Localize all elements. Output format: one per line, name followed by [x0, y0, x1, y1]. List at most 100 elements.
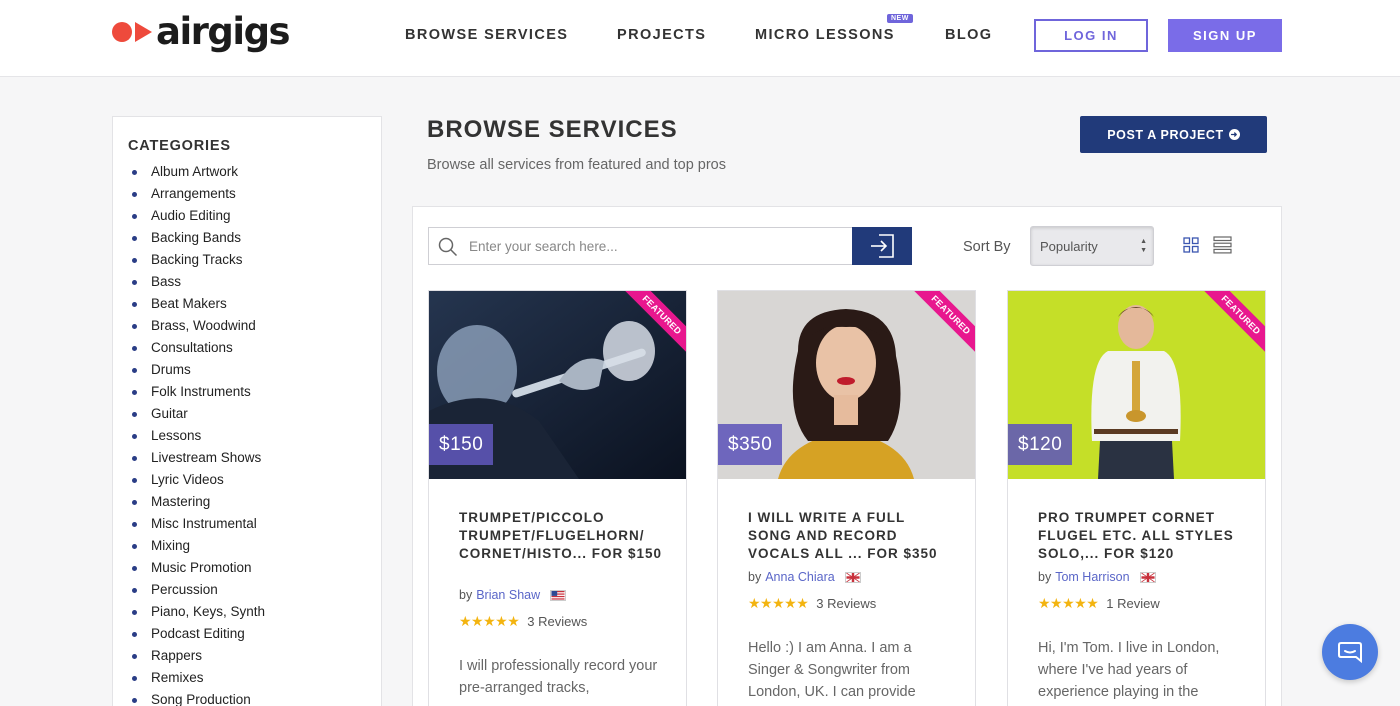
- nav-projects[interactable]: PROJECTS: [617, 27, 706, 43]
- logo-text: airgigs: [156, 10, 291, 53]
- seller-link[interactable]: Tom Harrison: [1055, 570, 1129, 584]
- logo[interactable]: airgigs: [112, 10, 291, 53]
- review-count[interactable]: 1 Review: [1106, 596, 1159, 611]
- sort-select[interactable]: Popularity ▲ ▼: [1030, 226, 1154, 266]
- seller-link[interactable]: Brian Shaw: [476, 588, 540, 602]
- service-title[interactable]: TRUMPET/PICCOLO TRUMPET/FLUGELHORN/ CORN…: [459, 509, 664, 563]
- uk-flag-icon: [1139, 571, 1156, 583]
- bullet-icon: [132, 587, 137, 593]
- categories-sidebar: CATEGORIES Album Artwork Arrangements Audi…: [112, 116, 382, 706]
- nav-blog[interactable]: BLOG: [945, 27, 993, 43]
- review-count[interactable]: 3 Reviews: [816, 596, 876, 611]
- category-item[interactable]: Rappers: [132, 645, 265, 667]
- category-item[interactable]: Backing Tracks: [132, 249, 265, 271]
- category-item[interactable]: Misc Instrumental: [132, 513, 265, 535]
- seller-line: by Tom Harrison: [1038, 570, 1156, 584]
- category-item[interactable]: Mixing: [132, 535, 265, 557]
- login-button[interactable]: LOG IN: [1034, 19, 1148, 52]
- seller-link[interactable]: Anna Chiara: [765, 570, 835, 584]
- by-label: by: [748, 570, 762, 584]
- category-item[interactable]: Lyric Videos: [132, 469, 265, 491]
- five-stars-icon: ★★★★★: [1038, 595, 1099, 611]
- bullet-icon: [132, 631, 137, 637]
- category-label: Piano, Keys, Synth: [151, 604, 266, 619]
- category-label: Brass, Woodwind: [151, 318, 256, 333]
- category-label: Arrangements: [151, 186, 236, 201]
- bullet-icon: [132, 653, 137, 659]
- us-flag-icon: [550, 589, 567, 601]
- category-label: Podcast Editing: [151, 626, 245, 641]
- list-view-icon[interactable]: [1213, 236, 1232, 254]
- service-title[interactable]: I WILL WRITE A FULL SONG AND RECORD VOCA…: [748, 509, 953, 563]
- service-description: I will professionally record your pre-ar…: [459, 658, 658, 696]
- category-item[interactable]: Audio Editing: [132, 205, 265, 227]
- category-item[interactable]: Brass, Woodwind: [132, 315, 265, 337]
- chat-bubble-icon: [1338, 642, 1362, 664]
- nav-micro-lessons[interactable]: MICRO LESSONS: [755, 27, 895, 43]
- review-count[interactable]: 3 Reviews: [527, 614, 587, 629]
- category-item[interactable]: Folk Instruments: [132, 381, 265, 403]
- category-item[interactable]: Percussion: [132, 579, 265, 601]
- category-label: Bass: [151, 274, 182, 289]
- category-label: Rappers: [151, 648, 203, 663]
- category-item[interactable]: Backing Bands: [132, 227, 265, 249]
- page-title: BROWSE SERVICES: [427, 116, 678, 143]
- category-item[interactable]: Bass: [132, 271, 265, 293]
- category-item[interactable]: Arrangements: [132, 183, 265, 205]
- search-icon: [438, 237, 458, 257]
- by-label: by: [1038, 570, 1052, 584]
- bullet-icon: [132, 169, 137, 175]
- category-item[interactable]: Remixes: [132, 667, 265, 689]
- five-stars-icon: ★★★★★: [748, 595, 809, 611]
- category-item[interactable]: Beat Makers: [132, 293, 265, 315]
- category-item[interactable]: Guitar: [132, 403, 265, 425]
- search-input[interactable]: [469, 228, 849, 264]
- service-title[interactable]: PRO TRUMPET CORNET FLUGEL ETC. ALL STYLE…: [1038, 509, 1243, 563]
- service-card[interactable]: FEATURED $350 I WILL WRITE A FULL SONG A…: [717, 290, 976, 706]
- category-item[interactable]: Drums: [132, 359, 265, 381]
- category-item[interactable]: Mastering: [132, 491, 265, 513]
- category-item[interactable]: Album Artwork: [132, 161, 265, 183]
- categories-title: CATEGORIES: [128, 138, 231, 154]
- category-item[interactable]: Song Production: [132, 689, 265, 706]
- bullet-icon: [132, 345, 137, 351]
- service-photo[interactable]: FEATURED $150: [429, 291, 686, 479]
- nav-browse-services[interactable]: BROWSE SERVICES: [405, 27, 568, 43]
- category-label: Music Promotion: [151, 560, 252, 575]
- bullet-icon: [132, 279, 137, 285]
- grid-view-icon[interactable]: [1183, 237, 1199, 253]
- bullet-icon: [132, 499, 137, 505]
- bullet-icon: [132, 455, 137, 461]
- category-label: Guitar: [151, 406, 188, 421]
- bullet-icon: [132, 323, 137, 329]
- category-label: Misc Instrumental: [151, 516, 257, 531]
- service-card[interactable]: FEATURED $150 TRUMPET/PICCOLO TRUMPET/FL…: [428, 290, 687, 706]
- category-item[interactable]: Podcast Editing: [132, 623, 265, 645]
- category-label: Mastering: [151, 494, 211, 509]
- signup-button[interactable]: SIGN UP: [1168, 19, 1282, 52]
- category-item[interactable]: Lessons: [132, 425, 265, 447]
- service-card[interactable]: FEATURED $120 PRO TRUMPET CORNET FLUGEL …: [1007, 290, 1266, 706]
- site-header: airgigs BROWSE SERVICES PROJECTS MICRO L…: [0, 0, 1400, 77]
- service-photo[interactable]: FEATURED $350: [718, 291, 975, 479]
- category-label: Lessons: [151, 428, 202, 443]
- bullet-icon: [132, 697, 137, 703]
- category-label: Drums: [151, 362, 191, 377]
- category-label: Backing Tracks: [151, 252, 243, 267]
- chat-button[interactable]: [1322, 624, 1378, 680]
- category-label: Beat Makers: [151, 296, 227, 311]
- category-item[interactable]: Consultations: [132, 337, 265, 359]
- category-item[interactable]: Livestream Shows: [132, 447, 265, 469]
- price-tag: $150: [429, 424, 494, 465]
- five-stars-icon: ★★★★★: [459, 613, 520, 629]
- service-description: Hello :) I am Anna. I am a Singer & Song…: [748, 640, 916, 700]
- page-subtitle: Browse all services from featured and to…: [427, 157, 726, 173]
- service-photo[interactable]: FEATURED $120: [1008, 291, 1265, 479]
- search-submit-button[interactable]: [852, 227, 912, 265]
- select-arrows-icon: ▲ ▼: [1140, 238, 1147, 254]
- category-item[interactable]: Music Promotion: [132, 557, 265, 579]
- new-badge: NEW: [887, 14, 913, 23]
- post-project-button[interactable]: POST A PROJECT ➜: [1080, 116, 1267, 153]
- price-tag: $120: [1008, 424, 1073, 465]
- category-item[interactable]: Piano, Keys, Synth: [132, 601, 265, 623]
